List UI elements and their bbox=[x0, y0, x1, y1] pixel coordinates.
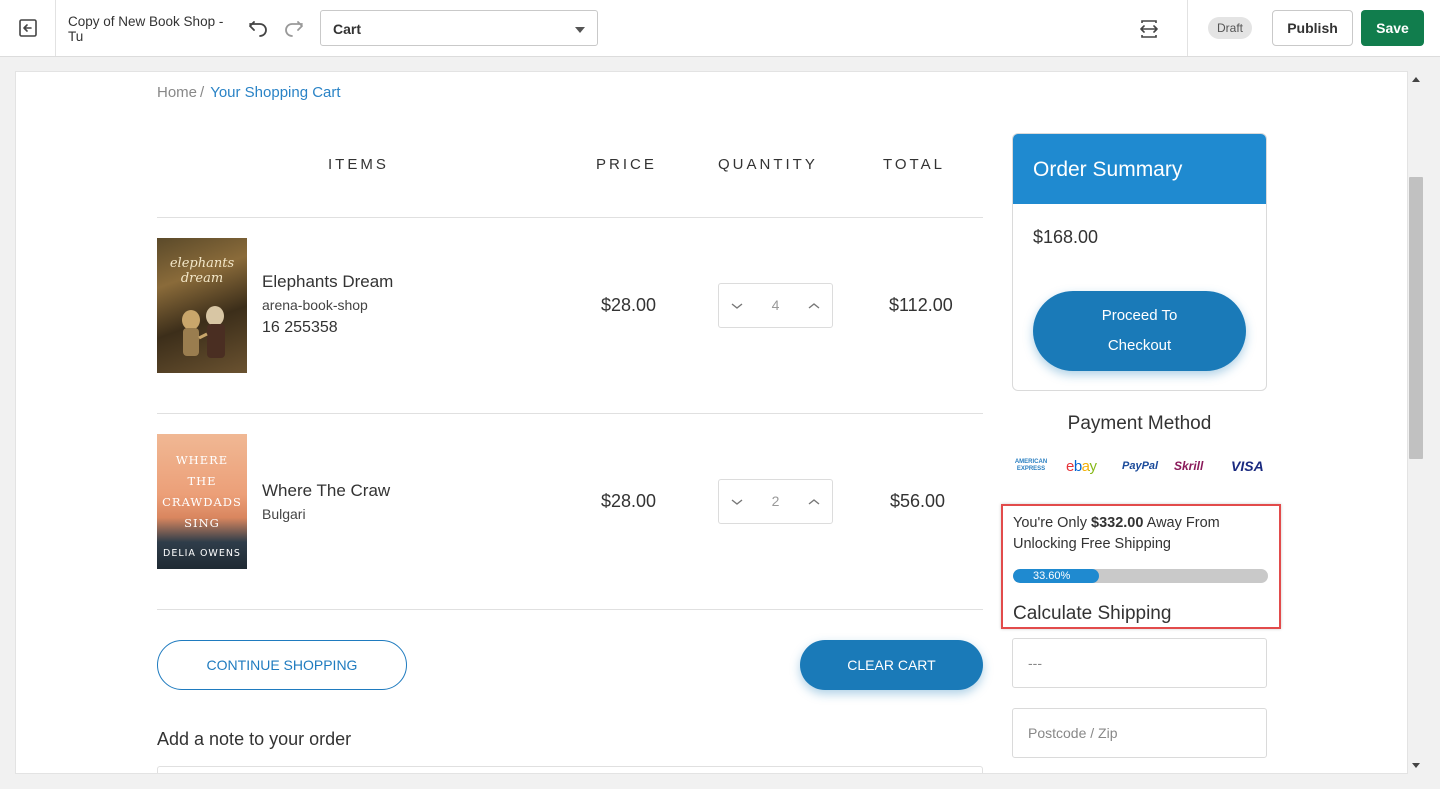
resize-horizontal-icon bbox=[1140, 20, 1158, 38]
save-button[interactable]: Save bbox=[1361, 10, 1424, 46]
order-summary-amount: $168.00 bbox=[1033, 227, 1099, 247]
redo-button[interactable] bbox=[280, 14, 308, 42]
status-badge: Draft bbox=[1208, 17, 1252, 39]
free-shipping-amount: $332.00 bbox=[1091, 515, 1144, 531]
viewport-toggle-button[interactable] bbox=[1134, 14, 1164, 44]
quantity-value[interactable]: 2 bbox=[755, 493, 796, 509]
postcode-input[interactable]: Postcode / Zip bbox=[1012, 708, 1267, 758]
toolbar-divider bbox=[1187, 0, 1188, 56]
page-select-dropdown[interactable]: Cart bbox=[320, 10, 598, 46]
payment-method-title: Payment Method bbox=[1067, 413, 1212, 434]
clear-cart-button[interactable]: CLEAR CART bbox=[800, 640, 983, 690]
preview-scrollbar[interactable] bbox=[1408, 71, 1424, 774]
divider bbox=[157, 413, 983, 414]
calculate-shipping-title: Calculate Shipping bbox=[1013, 603, 1172, 624]
cover-title: elephants dream bbox=[169, 256, 235, 286]
quantity-stepper: 2 bbox=[718, 479, 833, 524]
visa-logo: VISA bbox=[1231, 458, 1264, 474]
item-total: $56.00 bbox=[890, 491, 946, 511]
free-shipping-message: You're Only $332.00 Away From Unlocking … bbox=[1013, 513, 1268, 555]
item-name[interactable]: Where The Craw bbox=[262, 481, 390, 501]
divider bbox=[157, 217, 983, 218]
free-shipping-progress-block: You're Only $332.00 Away From Unlocking … bbox=[1001, 504, 1281, 629]
exit-icon bbox=[18, 19, 37, 37]
quantity-decrease-button[interactable] bbox=[719, 284, 755, 327]
skrill-logo: Skrill bbox=[1174, 459, 1204, 473]
progress-label: 33.60% bbox=[1033, 570, 1071, 582]
free-shipping-progress-bar: 33.60% bbox=[1013, 569, 1268, 583]
cover-title-line: SING bbox=[184, 516, 220, 530]
order-summary-title: Order Summary bbox=[1033, 158, 1183, 181]
item-price: $28.00 bbox=[601, 491, 657, 511]
quantity-increase-button[interactable] bbox=[796, 480, 832, 523]
item-vendor: Bulgari bbox=[262, 506, 306, 522]
breadcrumb-home-link[interactable]: Home bbox=[157, 84, 197, 101]
proceed-to-checkout-button[interactable]: Proceed To Checkout bbox=[1033, 291, 1246, 371]
item-total: $112.00 bbox=[889, 295, 953, 315]
cover-title: WHERE THE CRAWDADS SING bbox=[157, 450, 247, 534]
checkout-label-line: Proceed To bbox=[1101, 307, 1178, 324]
order-summary-card: Order Summary $168.00 Proceed To Checkou… bbox=[1012, 133, 1267, 391]
undo-icon bbox=[249, 21, 267, 37]
item-vendor: arena-book-shop bbox=[262, 297, 368, 313]
continue-shopping-button[interactable]: CONTINUE SHOPPING bbox=[157, 640, 407, 690]
cover-title-line: THE bbox=[187, 474, 217, 488]
chevron-up-icon bbox=[808, 498, 820, 505]
checkout-label-line: Checkout bbox=[1107, 337, 1172, 354]
chevron-down-icon bbox=[731, 498, 743, 505]
order-note-textarea[interactable] bbox=[157, 766, 983, 773]
ebay-logo-text: ebay bbox=[1066, 457, 1097, 475]
quantity-decrease-button[interactable] bbox=[719, 480, 755, 523]
breadcrumb-current[interactable]: Your Shopping Cart bbox=[210, 84, 340, 101]
scrollbar-thumb[interactable] bbox=[1409, 177, 1423, 459]
chevron-down-icon bbox=[731, 302, 743, 309]
quantity-stepper: 4 bbox=[718, 283, 833, 328]
cover-illustration bbox=[182, 306, 225, 358]
order-summary-header: Order Summary bbox=[1013, 134, 1266, 204]
ebay-logo: ebay bbox=[1066, 455, 1097, 477]
chevron-up-icon bbox=[808, 302, 820, 309]
chevron-down-icon bbox=[575, 27, 585, 33]
page-preview: Home / Your Shopping Cart ITEMS PRICE QUAN… bbox=[15, 71, 1408, 774]
divider bbox=[157, 609, 983, 610]
country-select[interactable]: --- bbox=[1012, 638, 1267, 688]
paypal-logo: PayPal bbox=[1122, 460, 1159, 472]
item-name[interactable]: Elephants Dream bbox=[262, 272, 393, 292]
document-title: Copy of New Book Shop - Tu bbox=[68, 14, 224, 44]
redo-icon bbox=[285, 21, 303, 37]
cover-title-line: WHERE bbox=[175, 453, 229, 467]
order-note-label: Add a note to your order bbox=[157, 729, 352, 749]
item-code: 16 255358 bbox=[262, 319, 338, 336]
scroll-down-icon[interactable] bbox=[1412, 763, 1420, 768]
column-header-items: ITEMS bbox=[328, 156, 389, 173]
column-header-price: PRICE bbox=[596, 156, 657, 173]
item-price: $28.00 bbox=[601, 295, 657, 315]
publish-button[interactable]: Publish bbox=[1272, 10, 1353, 46]
editor-toolbar: Copy of New Book Shop - Tu Cart Draft Pu… bbox=[0, 0, 1440, 57]
undo-button[interactable] bbox=[244, 14, 272, 42]
quantity-increase-button[interactable] bbox=[796, 284, 832, 327]
quantity-value[interactable]: 4 bbox=[755, 297, 796, 313]
column-header-quantity: QUANTITY bbox=[718, 156, 818, 173]
breadcrumb-separator: / bbox=[200, 84, 205, 101]
amex-logo: AMERICAN EXPRESS bbox=[1014, 459, 1048, 472]
page-select-value: Cart bbox=[333, 21, 362, 37]
payment-logos: AMERICAN EXPRESS ebay PayPal Skrill VISA bbox=[1012, 455, 1267, 477]
column-header-total: TOTAL bbox=[883, 156, 945, 173]
product-image-elephants-dream[interactable]: elephants dream bbox=[157, 238, 247, 373]
scroll-up-icon[interactable] bbox=[1412, 77, 1420, 82]
cover-author: DELIA OWENS bbox=[163, 548, 241, 559]
product-image-where-the-crawdads-sing[interactable]: WHERE THE CRAWDADS SING DELIA OWENS bbox=[157, 434, 247, 569]
free-shipping-prefix: You're Only bbox=[1013, 515, 1092, 531]
cover-title-line: CRAWDADS bbox=[162, 495, 242, 509]
exit-editor-button[interactable] bbox=[0, 0, 56, 56]
breadcrumb: Home / Your Shopping Cart bbox=[157, 84, 341, 101]
